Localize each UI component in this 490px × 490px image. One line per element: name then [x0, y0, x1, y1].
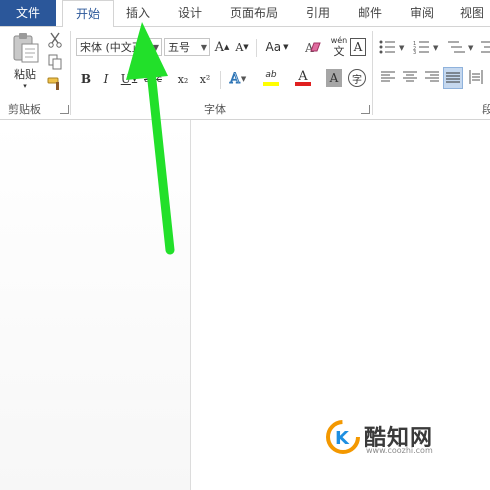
watermark-url: www.coozhi.com — [366, 446, 433, 455]
watermark: K 酷知网 www.coozhi.com — [322, 418, 472, 458]
annotation-arrow — [126, 22, 175, 255]
coozhi-logo-icon: K — [326, 420, 360, 454]
svg-text:K: K — [335, 428, 350, 449]
